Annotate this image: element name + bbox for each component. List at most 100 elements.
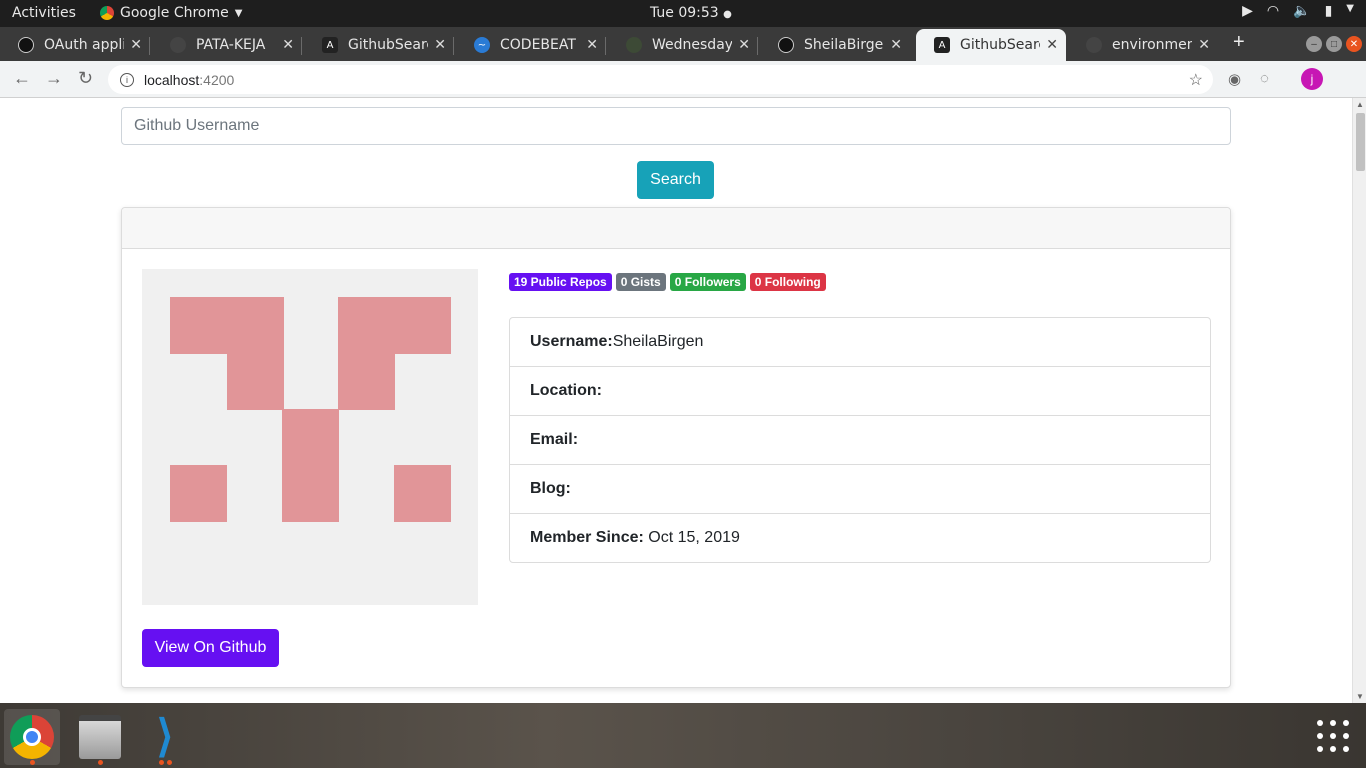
tab-title: Wednesday:	[652, 37, 733, 53]
username-value: SheilaBirgen	[612, 333, 704, 350]
back-arrow-icon[interactable]: ←	[13, 68, 31, 89]
angular-icon: A	[934, 37, 950, 53]
close-tab-icon[interactable]: ✕	[434, 37, 446, 53]
location-label: Location:	[530, 382, 602, 399]
tab-4[interactable]: Wednesday: ✕	[608, 29, 758, 61]
close-tab-icon[interactable]: ✕	[1046, 37, 1058, 53]
activities-button[interactable]: Activities	[12, 5, 76, 21]
tab-5[interactable]: SheilaBirgen ✕	[760, 29, 910, 61]
tab-title: GithubSearch	[348, 37, 428, 53]
public-repos-badge: 19 Public Repos	[509, 273, 612, 291]
wifi-icon: ◠	[1266, 3, 1280, 19]
close-tab-icon[interactable]: ✕	[586, 37, 598, 53]
power-menu-icon: ▼	[1346, 3, 1354, 14]
profile-avatar[interactable]: j	[1301, 68, 1323, 90]
extension-2-icon[interactable]: ◌	[1260, 70, 1269, 87]
blank-icon	[1086, 37, 1102, 53]
member-since-value: Oct 15, 2019	[648, 529, 740, 546]
following-badge: 0 Following	[749, 273, 826, 291]
profile-card: 19 Public Repos 0 Gists 0 Followers 0 Fo…	[121, 207, 1231, 688]
tab-0[interactable]: OAuth applic ✕	[0, 29, 150, 61]
view-on-github-button[interactable]: View On Github	[142, 629, 279, 667]
tab-title: GithubSearch	[960, 37, 1040, 53]
close-tab-icon[interactable]: ✕	[130, 37, 142, 53]
tab-1[interactable]: PATA-KEJA ✕	[152, 29, 302, 61]
username-row: Username: SheilaBirgen	[510, 318, 1210, 367]
github-icon	[18, 37, 34, 53]
tab-title: PATA-KEJA	[196, 37, 266, 53]
close-tab-icon[interactable]: ✕	[1198, 37, 1210, 53]
app-menu[interactable]: Google Chrome ▼	[100, 5, 242, 21]
tab-6-active[interactable]: A GithubSearch ✕	[916, 29, 1066, 61]
dock-vscode[interactable]: ⟩	[137, 709, 193, 765]
system-tray[interactable]: ▶ ◠ 🔈 ▮ ▼	[1242, 3, 1354, 19]
extension-icon[interactable]: ◉	[1228, 70, 1241, 88]
minimize-window-icon[interactable]: –	[1306, 36, 1322, 52]
email-row: Email:	[510, 416, 1210, 465]
chrome-icon	[100, 6, 114, 20]
codebeat-icon: ~	[474, 37, 490, 53]
angular-icon: A	[322, 37, 338, 53]
username-label: Username:	[530, 333, 613, 350]
volume-icon: 🔈	[1293, 3, 1311, 19]
page-viewport: Search 19 Public Repos 0 Gists 0 Followe…	[0, 98, 1352, 703]
email-label: Email:	[530, 431, 579, 448]
screencast-icon: ▶	[1242, 3, 1253, 19]
identicon-avatar	[142, 269, 478, 605]
card-header	[122, 208, 1230, 249]
tab-strip: OAuth applic ✕ PATA-KEJA ✕ A GithubSearc…	[0, 27, 1366, 61]
url-port: :4200	[199, 71, 235, 88]
member-since-row: Member Since: Oct 15, 2019	[510, 514, 1210, 562]
chevron-down-icon: ▼	[234, 7, 243, 19]
scroll-up-icon[interactable]: ▲	[1356, 100, 1364, 109]
tab-3[interactable]: ~ CODEBEAT - ✕	[456, 29, 606, 61]
url-host: localhost	[144, 71, 200, 88]
tab-title: CODEBEAT -	[500, 37, 581, 53]
bookmark-star-icon[interactable]: ☆	[1189, 70, 1203, 90]
vscode-icon: ⟩	[156, 712, 174, 761]
blog-row: Blog:	[510, 465, 1210, 514]
new-tab-button[interactable]: +	[1233, 31, 1245, 54]
dock-files[interactable]	[72, 709, 128, 765]
member-since-label: Member Since:	[530, 529, 644, 546]
close-window-icon[interactable]: ✕	[1346, 36, 1362, 52]
close-tab-icon[interactable]: ✕	[738, 37, 750, 53]
tab-2[interactable]: A GithubSearch ✕	[304, 29, 454, 61]
close-tab-icon[interactable]: ✕	[282, 37, 294, 53]
search-button[interactable]: Search	[637, 161, 714, 199]
tab-7[interactable]: environment ✕	[1068, 29, 1218, 61]
dock-chrome[interactable]	[4, 709, 60, 765]
battery-icon: ▮	[1324, 3, 1333, 19]
scroll-down-icon[interactable]: ▼	[1356, 692, 1364, 701]
github-icon	[778, 37, 794, 53]
forward-arrow-icon[interactable]: →	[45, 68, 63, 89]
show-applications-icon[interactable]	[1317, 720, 1349, 752]
gists-badge: 0 Gists	[615, 273, 666, 291]
tab-title: SheilaBirgen	[804, 37, 885, 53]
scrollbar-thumb[interactable]	[1356, 113, 1365, 171]
chrome-icon	[10, 715, 54, 759]
location-row: Location:	[510, 367, 1210, 416]
blank-icon	[170, 37, 186, 53]
maximize-window-icon[interactable]: □	[1326, 36, 1342, 52]
browser-toolbar: ← → ↻ i localhost:4200 ☆ ◉ ◌ j	[0, 61, 1366, 98]
clock[interactable]: Tue 09:53 ●	[650, 5, 732, 21]
app-name: Google Chrome	[120, 5, 229, 21]
file-cabinet-icon	[79, 715, 121, 759]
github-username-input[interactable]	[121, 107, 1231, 145]
address-bar[interactable]: i localhost:4200 ☆	[108, 65, 1213, 94]
stats-badges: 19 Public Repos 0 Gists 0 Followers 0 Fo…	[509, 273, 826, 291]
profile-info-list: Username: SheilaBirgen Location: Email: B…	[509, 317, 1211, 563]
blog-label: Blog:	[530, 480, 571, 497]
site-info-icon[interactable]: i	[120, 72, 134, 87]
page-scrollbar[interactable]: ▲ ▼	[1352, 98, 1366, 703]
system-top-bar: Activities Google Chrome ▼ Tue 09:53 ● ▶…	[0, 0, 1366, 27]
leaf-icon	[626, 37, 642, 53]
reload-icon[interactable]: ↻	[78, 68, 93, 89]
tab-title: OAuth applic	[44, 37, 125, 53]
notification-dot-icon: ●	[723, 9, 732, 20]
tab-title: environment	[1112, 37, 1193, 53]
close-tab-icon[interactable]: ✕	[890, 37, 902, 53]
system-dock: ⟩	[0, 703, 1366, 768]
followers-badge: 0 Followers	[669, 273, 746, 291]
